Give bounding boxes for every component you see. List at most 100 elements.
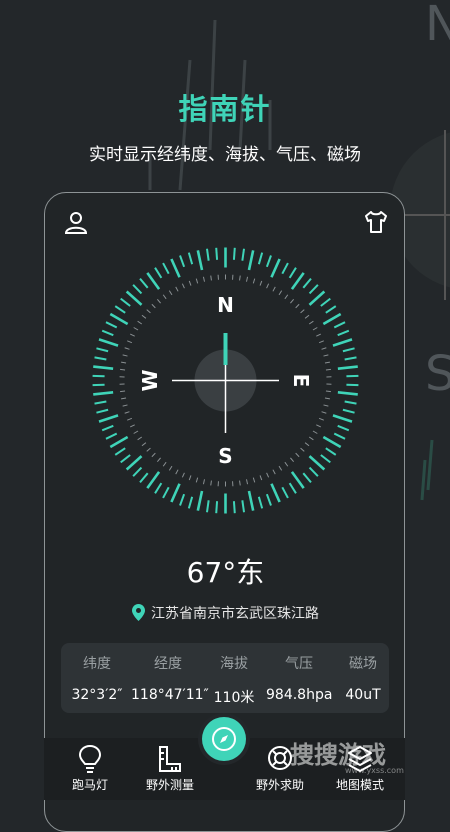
compass-inner-tick (169, 291, 172, 295)
stat-longitude: 经度 118°47′11″ (131, 643, 205, 703)
compass-tick (326, 448, 336, 455)
compass-tick (155, 268, 161, 278)
shirt-icon[interactable] (363, 209, 391, 237)
compass-inner-tick (260, 281, 262, 286)
compass-tick (99, 415, 118, 421)
compass-inner-tick (273, 287, 275, 291)
user-icon[interactable] (63, 209, 91, 237)
compass-inner-tick (127, 418, 132, 420)
compass-inner-tick (253, 478, 254, 483)
stat-value: 110米 (211, 687, 257, 707)
compass-inner-tick (176, 470, 178, 474)
compass-tick (292, 273, 304, 289)
compass-tick (333, 339, 352, 345)
stat-value: 40uT (339, 687, 387, 703)
compass-tick (321, 455, 330, 462)
compass-tick (102, 331, 113, 335)
compass-inner-tick (120, 391, 125, 392)
compass-tick (282, 487, 288, 498)
compass-inner-tick (147, 448, 151, 451)
svg-text:N: N (425, 0, 450, 52)
compass-inner-tick (285, 462, 288, 466)
compass-tick (155, 483, 161, 493)
compass-inner-tick (267, 284, 269, 289)
compass-tick (309, 292, 324, 305)
compass-inner-tick (279, 291, 282, 295)
heading-readout: 67°东 (45, 551, 406, 591)
compass-tick (259, 253, 262, 265)
compass-inner-tick (316, 334, 320, 336)
svg-text:S: S (425, 346, 450, 402)
compass-inner-tick (189, 281, 191, 286)
compass-tick (249, 491, 253, 511)
compass-tick (333, 415, 352, 421)
compass-tick (271, 484, 279, 502)
compass-inner-tick (313, 431, 317, 434)
compass-tick (303, 279, 311, 288)
compass-inner-tick (290, 458, 293, 462)
compass-inner-tick (121, 362, 126, 363)
page-subtitle: 实时显示经纬度、海拔、气压、磁场 (0, 140, 450, 165)
compass-tick (267, 256, 271, 267)
compass-tick (290, 483, 296, 493)
compass-tick (95, 402, 107, 404)
compass-tick (140, 279, 148, 288)
compass-inner-tick (163, 295, 166, 299)
compass-tick (96, 348, 108, 351)
compass-inner-tick (123, 355, 128, 356)
compass-tick (115, 306, 125, 313)
compass-inner-tick (211, 276, 212, 281)
compass-inner-tick (309, 437, 313, 440)
compass-inner-tick (211, 481, 212, 486)
compass-tick (216, 248, 217, 260)
compass-tick (163, 487, 169, 498)
compass-inner-tick (326, 391, 331, 392)
compass-inner-tick (305, 443, 309, 446)
compass-inner-tick (323, 355, 328, 356)
compass-inner-tick (296, 453, 299, 457)
compass-tick (189, 253, 192, 265)
compass-tick (309, 456, 324, 469)
compass-inner-tick (316, 425, 320, 427)
compass-inner-tick (203, 479, 204, 484)
stat-label: 磁场 (339, 653, 387, 673)
compass-nav-button[interactable] (202, 717, 246, 761)
compass-inner-tick (125, 412, 130, 414)
compass-tick (180, 256, 184, 267)
compass-inner-tick (203, 277, 204, 282)
compass-inner-tick (130, 425, 134, 427)
compass-tick (338, 426, 349, 430)
compass-inner-tick (325, 398, 330, 399)
compass-tick (127, 292, 142, 305)
compass-inner-tick (176, 287, 178, 291)
south-label: S (218, 444, 232, 468)
compass-tick (110, 314, 127, 324)
compass-tick (334, 322, 345, 327)
compass-tick (147, 472, 159, 488)
stat-magnetic: 磁场 40uT (339, 643, 387, 703)
compass-inner-tick (313, 328, 317, 331)
compass-tick (282, 263, 288, 274)
compass-tick (110, 437, 127, 447)
compass-tick (334, 434, 345, 439)
compass-inner-tick (142, 315, 146, 318)
compass-inner-tick (196, 478, 197, 483)
compass-tick (338, 367, 358, 369)
compass-tick (338, 331, 349, 335)
compass-inner-tick (246, 479, 247, 484)
watermark-url: www.yxss.com (345, 766, 404, 775)
compass-inner-tick (319, 418, 324, 420)
compass-icon (202, 717, 246, 761)
compass-inner-tick (260, 475, 262, 480)
stat-label: 海拔 (211, 653, 257, 673)
compass-inner-tick (325, 362, 330, 363)
compass-tick (310, 468, 318, 477)
compass-tick (216, 501, 217, 513)
compass-tick (292, 472, 304, 488)
compass-tick (93, 392, 113, 394)
compass-tick (207, 500, 209, 512)
nav-label: 地图模式 (320, 776, 400, 793)
compass-tick (140, 473, 148, 482)
stat-altitude: 海拔 110米 (211, 643, 257, 707)
compass-tick (267, 494, 271, 505)
